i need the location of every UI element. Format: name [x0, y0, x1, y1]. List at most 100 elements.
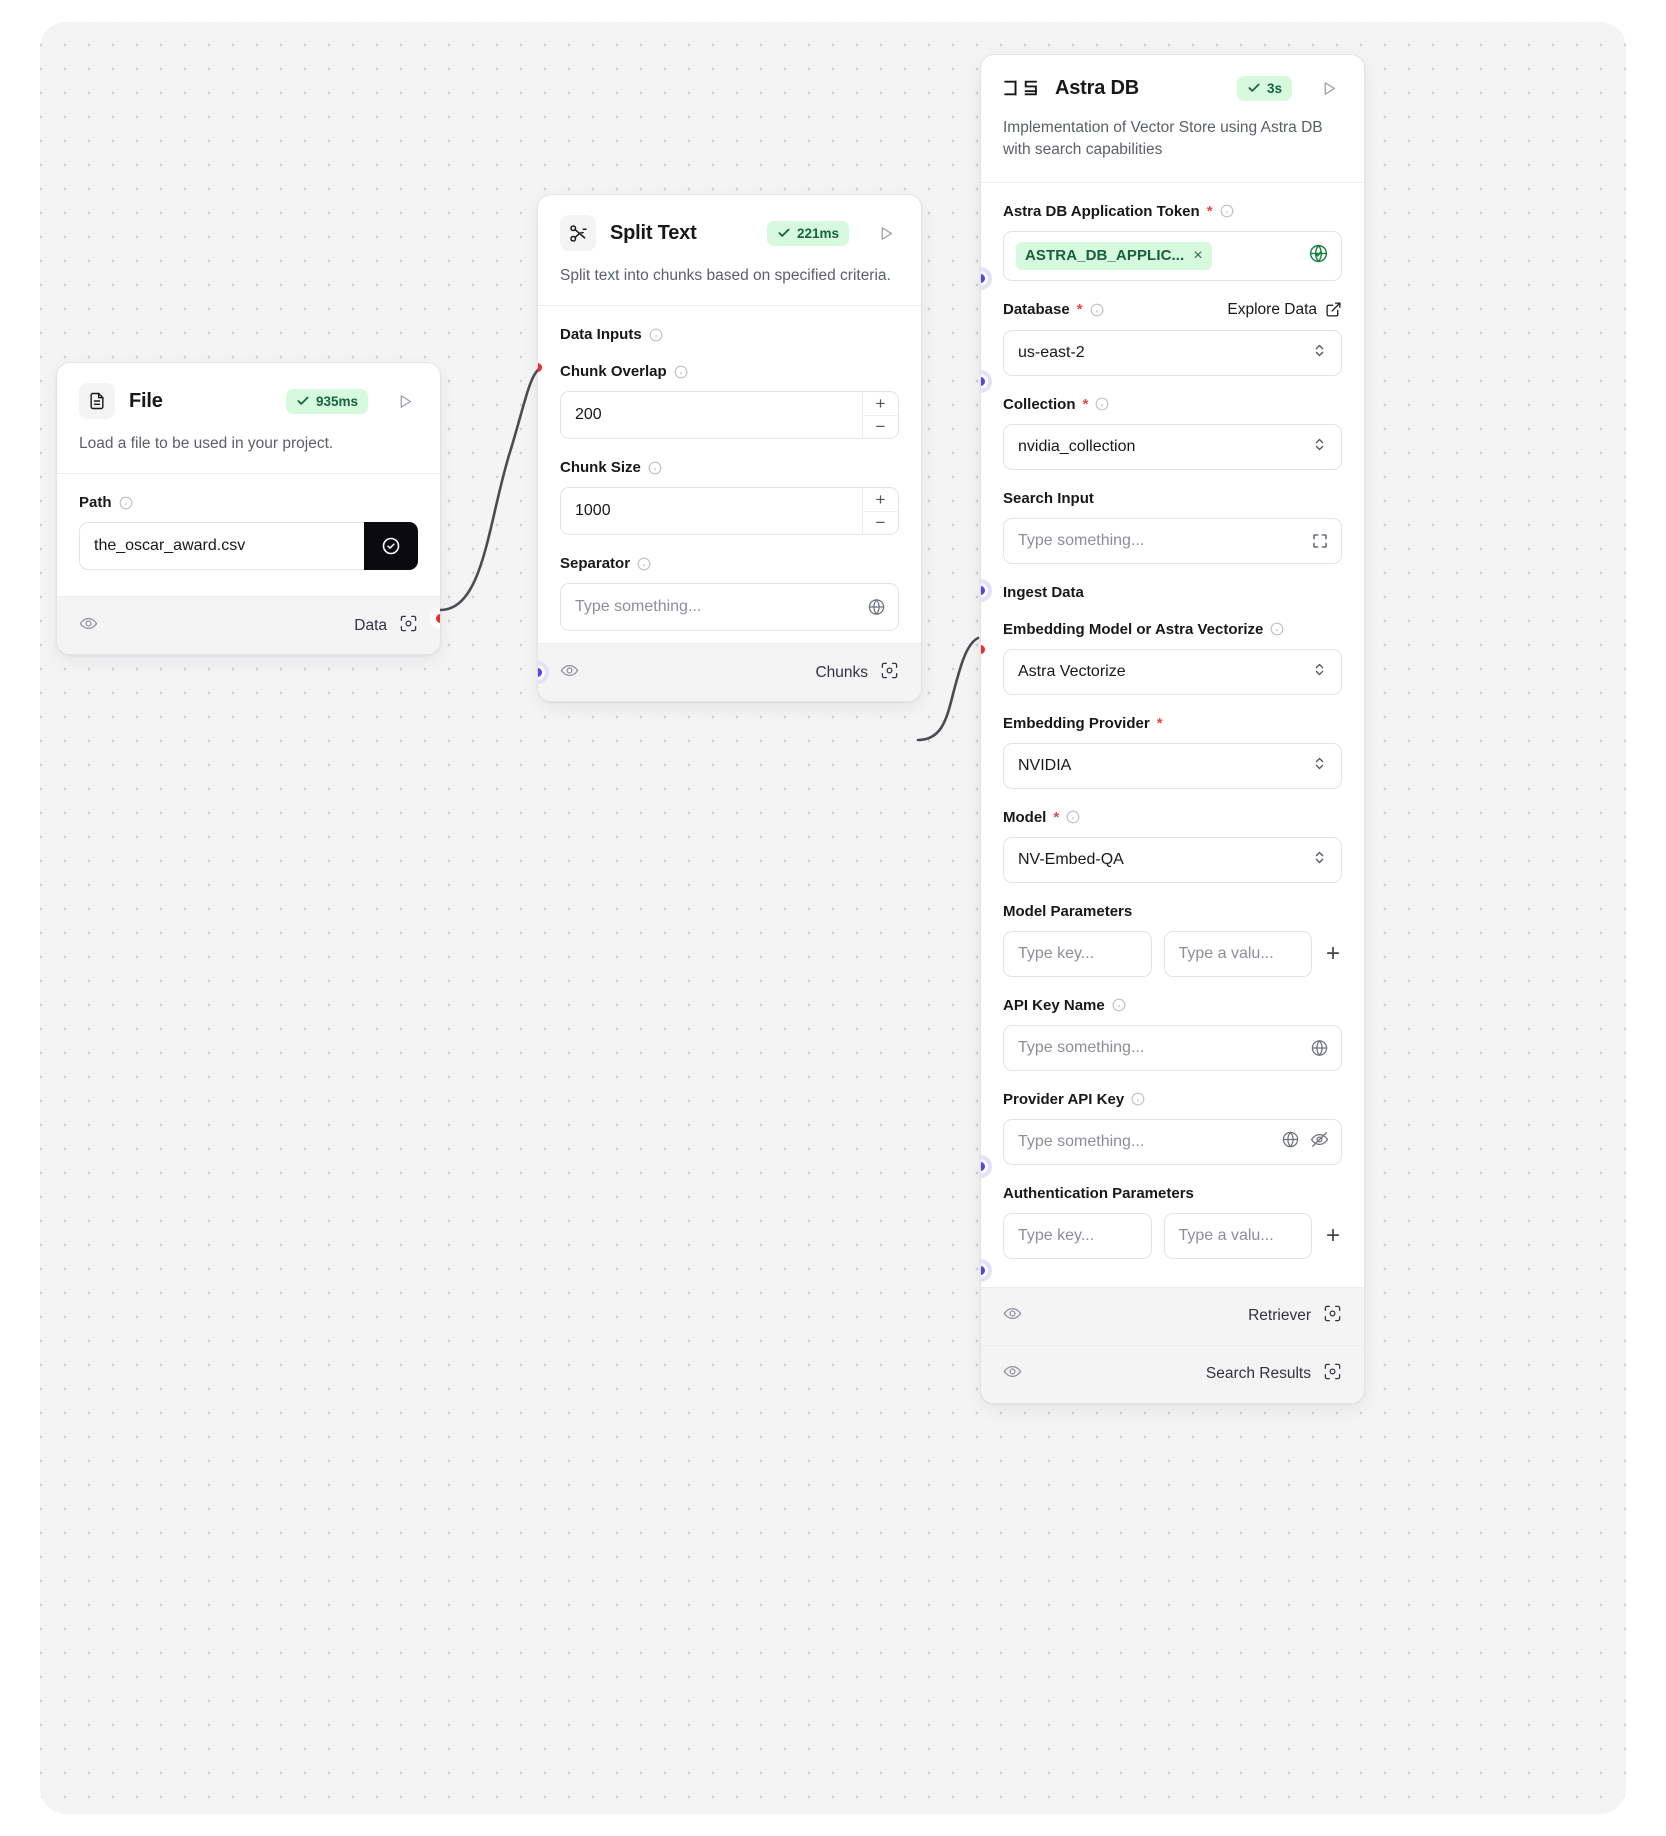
info-icon[interactable] — [1090, 303, 1104, 317]
expand-icon[interactable] — [1311, 532, 1329, 550]
chevron-updown-icon — [1312, 437, 1327, 457]
globe-icon[interactable] — [1310, 1038, 1329, 1057]
astra-search-input-placeholder: Type something... — [1018, 531, 1145, 549]
chunk-size-increment[interactable]: + — [863, 488, 898, 512]
separator-input[interactable]: Type something... — [560, 583, 899, 632]
file-node-header: File 935ms — [57, 363, 440, 419]
info-icon[interactable] — [1131, 1092, 1145, 1106]
chevron-updown-icon — [1312, 662, 1327, 682]
info-icon[interactable] — [1095, 397, 1109, 411]
explore-data-link[interactable]: Explore Data — [1227, 301, 1342, 319]
chunk-size-input[interactable]: 1000 + − — [560, 487, 899, 536]
file-path-label: Path — [79, 494, 112, 512]
astra-provider-api-key-input[interactable]: Type something... — [1003, 1118, 1342, 1165]
close-icon[interactable]: × — [1193, 247, 1202, 265]
astra-search-input-label-row: Search Input — [1003, 490, 1342, 507]
flow-canvas[interactable]: File 935ms Load a file to be used in you… — [40, 22, 1626, 1814]
chunk-overlap-input[interactable]: 200 + − — [560, 391, 899, 440]
node-astra-db[interactable]: Astra DB 3s Implementation of Vector Sto… — [980, 54, 1365, 1404]
file-path-value: the_oscar_award.csv — [94, 537, 246, 555]
astra-model-parameters-value-input[interactable]: Type a valu... — [1163, 930, 1312, 977]
astra-embedding-model-value: Astra Vectorize — [1018, 662, 1126, 680]
astradb-node-description: Implementation of Vector Store using Ast… — [1003, 119, 1323, 159]
astra-collection-select[interactable]: nvidia_collection — [1003, 423, 1342, 470]
eye-icon[interactable] — [560, 661, 579, 685]
astra-model-value: NV-Embed-QA — [1018, 850, 1124, 868]
file-path-input[interactable]: the_oscar_award.csv — [79, 522, 364, 571]
astradb-retriever-row: Retriever — [1248, 1304, 1342, 1328]
astra-embedding-provider-value: NVIDIA — [1018, 756, 1072, 774]
astra-model-label-row: Model * — [1003, 809, 1342, 826]
astra-embedding-provider-select[interactable]: NVIDIA — [1003, 742, 1342, 789]
file-duration-text: 935ms — [315, 393, 358, 409]
eye-icon[interactable] — [1003, 1362, 1022, 1386]
info-icon[interactable] — [1112, 998, 1126, 1012]
astra-token-label: Astra DB Application Token — [1003, 202, 1200, 220]
node-file[interactable]: File 935ms Load a file to be used in you… — [56, 362, 441, 656]
file-data-output-port[interactable] — [433, 611, 440, 626]
globe-check-icon[interactable] — [1308, 243, 1329, 269]
astradb-node-header: Astra DB 3s — [981, 55, 1364, 101]
info-icon[interactable] — [1270, 622, 1284, 636]
astra-auth-parameters-key-input[interactable]: Type key... — [1003, 1212, 1152, 1259]
info-icon[interactable] — [637, 557, 651, 571]
astra-token-input[interactable]: ASTRA_DB_APPLIC... × — [1003, 230, 1342, 281]
astra-model-parameters-key-input[interactable]: Type key... — [1003, 930, 1152, 977]
info-icon[interactable] — [649, 328, 663, 342]
file-duration-badge: 935ms — [285, 388, 368, 414]
globe-icon[interactable] — [1281, 1130, 1300, 1154]
eye-icon[interactable] — [1003, 1304, 1022, 1328]
astra-embedding-model-select[interactable]: Astra Vectorize — [1003, 648, 1342, 695]
splittext-divider — [538, 305, 921, 307]
globe-icon[interactable] — [867, 598, 886, 617]
chunk-size-stepper[interactable]: + − — [862, 488, 898, 535]
chevron-updown-icon — [1312, 343, 1327, 363]
astra-auth-parameters-label-row: Authentication Parameters — [1003, 1185, 1342, 1202]
datastax-ds-icon — [1003, 78, 1039, 98]
astradb-search-results-row: Search Results — [1206, 1362, 1342, 1386]
output-snapshot-icon[interactable] — [1323, 1362, 1342, 1386]
astra-search-input[interactable]: Type something... — [1003, 517, 1342, 564]
chunk-overlap-increment[interactable]: + — [863, 392, 898, 416]
eye-icon[interactable] — [79, 614, 98, 638]
astra-auth-parameters-add-button[interactable]: + — [1324, 1223, 1342, 1248]
astra-provider-api-key-placeholder: Type something... — [1018, 1132, 1145, 1150]
info-icon[interactable] — [119, 496, 133, 510]
info-icon[interactable] — [674, 365, 688, 379]
astra-model-select[interactable]: NV-Embed-QA — [1003, 836, 1342, 883]
astra-auth-parameters-value-input[interactable]: Type a valu... — [1163, 1212, 1312, 1259]
astra-embedding-provider-label-row: Embedding Provider * — [1003, 715, 1342, 732]
astradb-search-results-footer: Search Results — [981, 1344, 1364, 1403]
astra-token-label-row: Astra DB Application Token * — [1003, 203, 1342, 220]
splittext-run-button[interactable] — [873, 220, 899, 246]
file-run-button[interactable] — [392, 388, 418, 414]
astra-database-select[interactable]: us-east-2 — [1003, 329, 1342, 376]
astra-model-parameters-add-button[interactable]: + — [1324, 941, 1342, 966]
explore-data-label: Explore Data — [1227, 300, 1317, 318]
node-split-text[interactable]: Split Text 221ms Split text into chunks … — [537, 194, 922, 703]
astradb-run-button[interactable] — [1316, 75, 1342, 101]
eye-off-icon[interactable] — [1310, 1130, 1329, 1154]
file-node-title: File — [129, 389, 163, 412]
file-output-label: Data — [354, 616, 387, 634]
astra-ingest-data-label: Ingest Data — [1003, 583, 1084, 601]
chunk-size-decrement[interactable]: − — [863, 512, 898, 535]
output-snapshot-icon[interactable] — [399, 614, 418, 638]
required-star: * — [1053, 808, 1060, 826]
chunk-overlap-decrement[interactable]: − — [863, 416, 898, 439]
info-icon[interactable] — [1066, 810, 1080, 824]
file-node-footer: Data — [57, 596, 440, 655]
astra-auth-parameters-label: Authentication Parameters — [1003, 1184, 1194, 1202]
output-snapshot-icon[interactable] — [1323, 1304, 1342, 1328]
info-icon[interactable] — [648, 461, 662, 475]
separator-label: Separator — [560, 555, 631, 573]
astra-api-key-name-input[interactable]: Type something... — [1003, 1024, 1342, 1071]
chunk-overlap-stepper[interactable]: + − — [862, 392, 898, 439]
info-icon[interactable] — [1220, 204, 1234, 218]
astra-embedding-provider-label: Embedding Provider — [1003, 714, 1150, 732]
flow-editor: File 935ms Load a file to be used in you… — [0, 0, 1666, 1836]
astra-token-chip[interactable]: ASTRA_DB_APPLIC... × — [1016, 241, 1212, 270]
file-upload-button[interactable] — [364, 522, 418, 571]
astra-token-chip-text: ASTRA_DB_APPLIC... — [1025, 247, 1185, 265]
output-snapshot-icon[interactable] — [880, 661, 899, 685]
